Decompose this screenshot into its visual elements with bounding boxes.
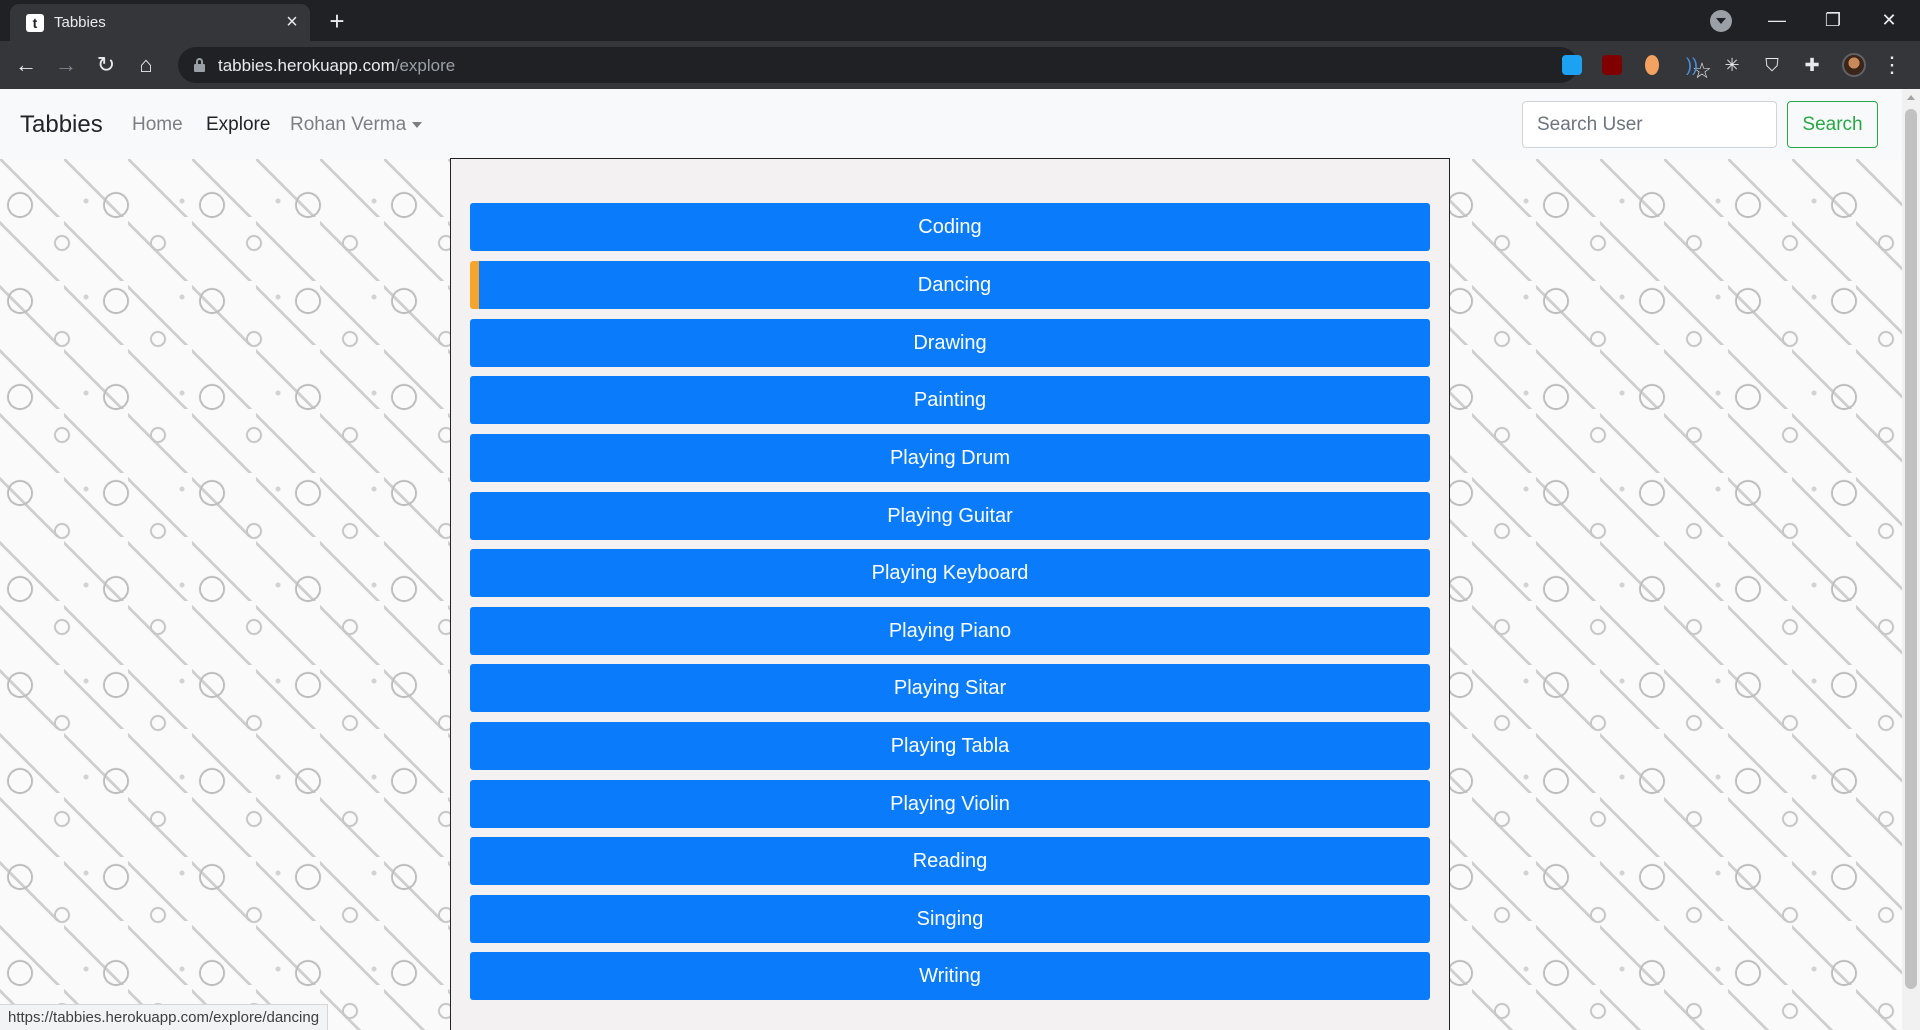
menu-dots-icon[interactable]: ⋮ xyxy=(1880,49,1904,81)
category-button-drawing[interactable]: Drawing xyxy=(470,319,1430,367)
lock-icon[interactable] xyxy=(194,58,205,72)
tab-search-icon[interactable] xyxy=(1710,10,1732,32)
category-button-dancing[interactable]: Dancing xyxy=(470,261,1430,309)
site-navbar: Tabbies Home Explore Rohan Verma Search xyxy=(0,89,1902,159)
extension-ublock-icon[interactable] xyxy=(1602,55,1622,75)
browser-toolbar: ← → ↻ ⌂ tabbies.herokuapp.com/explore ☆ … xyxy=(0,41,1920,89)
back-arrow-icon[interactable]: ← xyxy=(10,49,42,81)
category-button-painting[interactable]: Painting xyxy=(470,376,1430,424)
category-button-reading[interactable]: Reading xyxy=(470,837,1430,885)
category-button-playing-guitar[interactable]: Playing Guitar xyxy=(470,492,1430,540)
extension-react-icon[interactable]: ✳ xyxy=(1722,55,1742,75)
tabbies-favicon-icon: t xyxy=(26,14,44,32)
link-status-bubble: https://tabbies.herokuapp.com/explore/da… xyxy=(0,1004,329,1030)
site-brand[interactable]: Tabbies xyxy=(20,111,103,139)
extension-translate-icon[interactable] xyxy=(1562,55,1582,75)
user-name: Rohan Verma xyxy=(290,114,407,135)
category-button-playing-piano[interactable]: Playing Piano xyxy=(470,607,1430,655)
address-bar[interactable]: tabbies.herokuapp.com/explore ☆ xyxy=(178,47,1712,83)
nav-link-home[interactable]: Home xyxy=(132,114,183,136)
scroll-up-arrow-icon[interactable] xyxy=(1907,95,1915,100)
profile-avatar[interactable] xyxy=(1842,53,1866,77)
category-button-coding[interactable]: Coding xyxy=(470,203,1430,251)
search-button[interactable]: Search xyxy=(1787,101,1878,148)
restore-icon[interactable]: ❐ xyxy=(1806,0,1860,41)
search-user-input[interactable] xyxy=(1522,101,1777,148)
forward-arrow-icon[interactable]: → xyxy=(50,49,82,81)
reload-icon[interactable]: ↻ xyxy=(90,49,122,81)
extension-orange-icon[interactable] xyxy=(1645,55,1659,75)
extensions-puzzle-icon[interactable]: ✚ xyxy=(1802,55,1822,75)
category-button-playing-sitar[interactable]: Playing Sitar xyxy=(470,664,1430,712)
browser-tab-strip: t Tabbies × + — ❐ ✕ xyxy=(0,0,1920,41)
home-icon[interactable]: ⌂ xyxy=(130,49,162,81)
extension-wave-icon[interactable]: )) xyxy=(1682,55,1702,75)
url-text: tabbies.herokuapp.com/explore xyxy=(218,56,456,75)
close-window-icon[interactable]: ✕ xyxy=(1862,0,1916,41)
user-dropdown[interactable]: Rohan Verma xyxy=(290,114,423,136)
page-background: Tabbies Home Explore Rohan Verma Search … xyxy=(0,89,1902,1030)
category-button-playing-keyboard[interactable]: Playing Keyboard xyxy=(470,549,1430,597)
new-tab-icon[interactable]: + xyxy=(322,6,352,36)
nav-link-explore[interactable]: Explore xyxy=(206,114,270,136)
page-scrollbar[interactable] xyxy=(1902,89,1920,1030)
category-button-writing[interactable]: Writing xyxy=(470,952,1430,1000)
minimize-icon[interactable]: — xyxy=(1750,0,1804,41)
extension-shield-icon[interactable]: ⛉ xyxy=(1762,55,1782,75)
scrollbar-thumb[interactable] xyxy=(1905,109,1917,989)
caret-down-icon xyxy=(412,121,423,128)
tab-title: Tabbies xyxy=(54,14,106,31)
tab-close-icon[interactable]: × xyxy=(280,10,304,34)
browser-tab[interactable]: t Tabbies × xyxy=(10,4,310,41)
category-button-playing-violin[interactable]: Playing Violin xyxy=(470,780,1430,828)
category-button-playing-tabla[interactable]: Playing Tabla xyxy=(470,722,1430,770)
explore-panel: Coding Dancing Drawing Painting Playing … xyxy=(450,158,1450,1030)
category-button-singing[interactable]: Singing xyxy=(470,895,1430,943)
category-button-playing-drum[interactable]: Playing Drum xyxy=(470,434,1430,482)
